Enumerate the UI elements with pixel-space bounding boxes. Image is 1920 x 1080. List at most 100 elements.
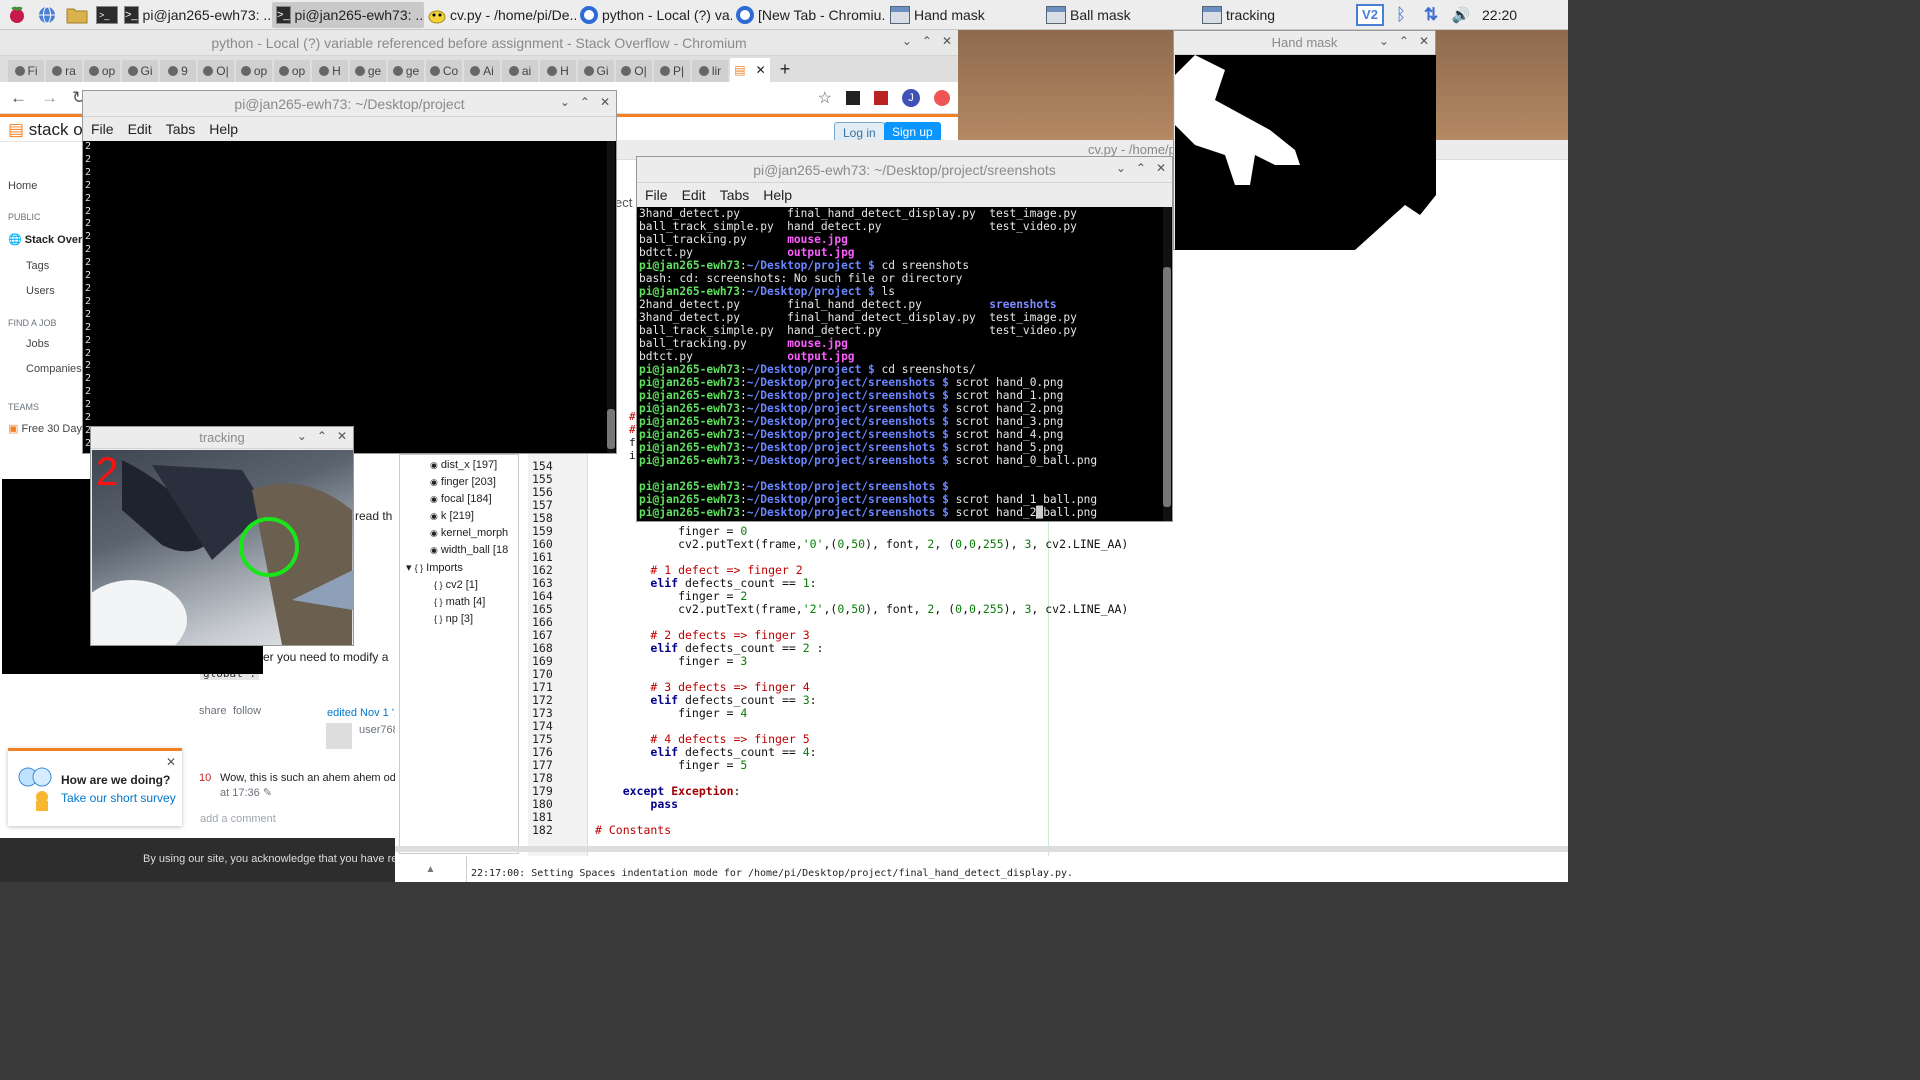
bluetooth-icon[interactable]: ᛒ — [1388, 4, 1414, 26]
symbol-item[interactable]: ◉ finger [203] — [430, 476, 508, 493]
close-button[interactable]: ✕ — [1156, 161, 1166, 175]
task-terminal-2[interactable]: >_ pi@jan265-ewh73: ... — [272, 1, 424, 28]
code-line[interactable]: pass — [595, 798, 1555, 811]
nav-tags[interactable]: Tags — [26, 260, 49, 272]
globe-icon[interactable] — [34, 4, 60, 26]
browser-tab[interactable]: Gi — [122, 60, 158, 82]
user-avatar[interactable] — [326, 723, 352, 749]
browser-tab[interactable]: Co — [426, 60, 462, 82]
nav-companies[interactable]: Companies — [26, 363, 82, 375]
symbol-item[interactable]: ◉ k [219] — [430, 510, 508, 527]
extension-icon[interactable] — [846, 90, 860, 105]
browser-tab[interactable]: op — [274, 60, 310, 82]
code-line[interactable]: finger = 5 — [595, 759, 1555, 772]
survey-close-icon[interactable]: ✕ — [166, 755, 176, 769]
menu-help[interactable]: Help — [209, 121, 238, 137]
geany-tab-fragment[interactable]: ect — [615, 195, 632, 210]
vnc-icon[interactable]: V2 — [1356, 3, 1384, 26]
minimize-button[interactable]: ⌄ — [1116, 161, 1126, 175]
back-button[interactable]: ← — [10, 88, 27, 108]
new-tab-button[interactable]: + — [770, 59, 800, 80]
task-tracking[interactable]: tracking — [1198, 2, 1354, 28]
forward-button[interactable]: → — [41, 88, 58, 108]
terminal1-output[interactable]: 2 2 2 2 2 2 2 2 2 2 2 2 2 2 2 2 2 2 2 2 … — [85, 141, 605, 453]
import-item[interactable]: { } np [3] — [434, 613, 485, 630]
symbol-item[interactable]: ◉ width_ball [18 — [430, 544, 508, 561]
menu-file[interactable]: File — [645, 187, 668, 203]
nav-free-trial[interactable]: ▣ Free 30 Day — [8, 422, 82, 435]
minimize-button[interactable]: ⌄ — [560, 95, 570, 109]
maximize-button[interactable]: ⌃ — [580, 95, 590, 109]
browser-tab[interactable]: ai — [502, 60, 538, 82]
folder-icon[interactable] — [64, 4, 90, 26]
task-geany[interactable]: cv.py - /home/pi/De... — [424, 2, 576, 28]
symbol-item[interactable]: ◉ dist_x [197] — [430, 459, 508, 476]
so-logo[interactable]: ▤ stack ov — [8, 120, 91, 140]
import-item[interactable]: { } cv2 [1] — [434, 579, 485, 596]
browser-tab[interactable]: Fi — [8, 60, 44, 82]
minimize-button[interactable]: ⌄ — [1379, 34, 1389, 48]
code-line[interactable]: finger = 4 — [595, 707, 1555, 720]
terminal1-scrollbar[interactable] — [607, 141, 615, 453]
profile-avatar[interactable]: J — [902, 88, 920, 107]
maximize-button[interactable]: ⌃ — [1136, 161, 1146, 175]
nav-stack-overflow[interactable]: 🌐 Stack Over — [8, 233, 82, 246]
minimize-button[interactable]: ⌄ — [297, 429, 307, 443]
nav-users[interactable]: Users — [26, 285, 55, 297]
menu-help[interactable]: Help — [763, 187, 792, 203]
code-line[interactable]: finger = 3 — [595, 655, 1555, 668]
browser-tab[interactable]: op — [236, 60, 272, 82]
browser-tab[interactable]: P| — [654, 60, 690, 82]
nav-jobs[interactable]: Jobs — [26, 338, 49, 350]
code-line[interactable] — [595, 811, 1555, 824]
import-item[interactable]: { } math [4] — [434, 596, 485, 613]
browser-tab[interactable]: ge — [388, 60, 424, 82]
task-chromium-so[interactable]: python - Local (?) va... — [576, 2, 732, 28]
close-button[interactable]: ✕ — [1419, 34, 1429, 48]
symbol-item[interactable]: ◉ focal [184] — [430, 493, 508, 510]
survey-link[interactable]: Take our short survey — [61, 791, 176, 805]
nav-home[interactable]: Home — [8, 180, 37, 192]
code-line[interactable]: # Constants — [595, 824, 1555, 837]
symbol-item[interactable]: ◉ kernel_morph — [430, 527, 508, 544]
browser-tab[interactable]: H — [312, 60, 348, 82]
minimize-button[interactable]: ⌄ — [902, 34, 912, 48]
browser-tab[interactable]: op — [84, 60, 120, 82]
menu-tabs[interactable]: Tabs — [166, 121, 196, 137]
task-chromium-newtab[interactable]: [New Tab - Chromiu... — [732, 2, 886, 28]
horizontal-scrollbar[interactable] — [395, 846, 1568, 852]
browser-tab[interactable]: H — [540, 60, 576, 82]
signup-button[interactable]: Sign up — [884, 122, 941, 142]
message-panel-scroll-up[interactable]: ▲ — [395, 856, 467, 882]
task-terminal-1[interactable]: >_ pi@jan265-ewh73: ... — [120, 2, 272, 28]
close-button[interactable]: ✕ — [942, 34, 952, 48]
browser-tab[interactable]: 9 — [160, 60, 196, 82]
menu-tabs[interactable]: Tabs — [720, 187, 750, 203]
browser-tab[interactable]: ra — [46, 60, 82, 82]
menu-edit[interactable]: Edit — [682, 187, 706, 203]
share-link[interactable]: share — [199, 705, 227, 717]
browser-tab[interactable]: Ai — [464, 60, 500, 82]
browser-tab[interactable]: ge — [350, 60, 386, 82]
extension-icon-2[interactable] — [874, 90, 888, 105]
follow-link[interactable]: follow — [233, 705, 261, 717]
maximize-button[interactable]: ⌃ — [1399, 34, 1409, 48]
menu-file[interactable]: File — [91, 121, 114, 137]
browser-tab[interactable]: lir — [692, 60, 728, 82]
browser-tab[interactable]: O| — [198, 60, 234, 82]
browser-tab[interactable]: Gi — [578, 60, 614, 82]
task-hand-mask[interactable]: Hand mask — [886, 2, 1042, 28]
tab-active[interactable]: ▤ ✕ — [730, 58, 770, 82]
browser-tab[interactable]: O| — [616, 60, 652, 82]
terminal2-scrollbar[interactable] — [1163, 207, 1171, 521]
close-button[interactable]: ✕ — [600, 95, 610, 109]
imports-group[interactable]: ▾ { } Imports — [406, 561, 463, 574]
code-line[interactable]: cv2.putText(frame,'0',(0,50), font, 2, (… — [595, 538, 1555, 551]
maximize-button[interactable]: ⌃ — [922, 34, 932, 48]
user-name[interactable]: user768 — [359, 724, 399, 736]
network-icon[interactable]: ⇅ — [1418, 4, 1444, 26]
close-button[interactable]: ✕ — [337, 429, 347, 443]
maximize-button[interactable]: ⌃ — [317, 429, 327, 443]
raspberry-menu-icon[interactable] — [4, 4, 30, 26]
menu-edit[interactable]: Edit — [128, 121, 152, 137]
